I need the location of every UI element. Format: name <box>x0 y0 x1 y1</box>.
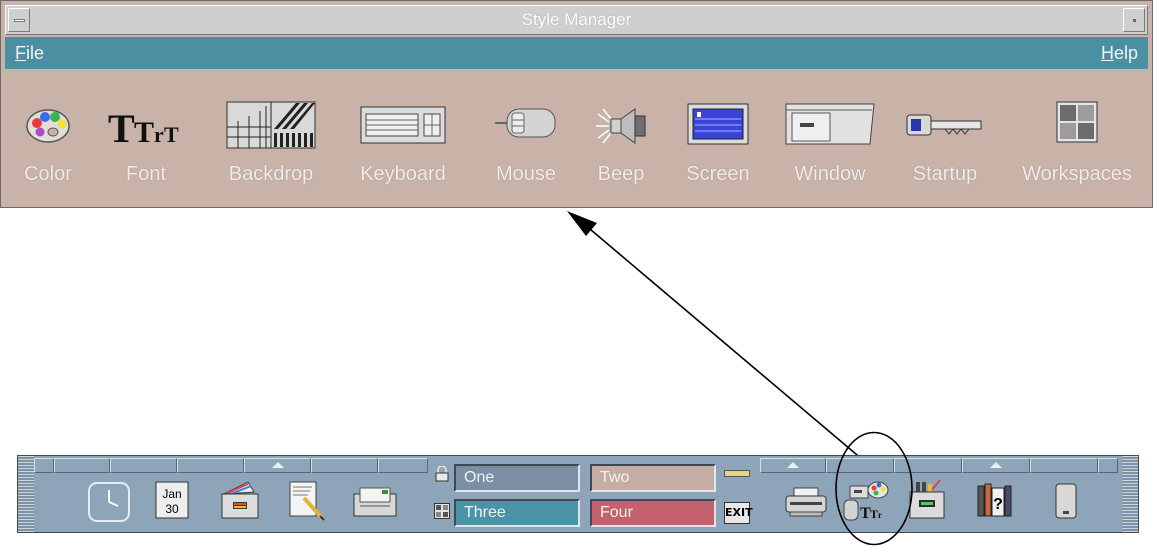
workspace-three-button[interactable]: Three <box>454 499 580 527</box>
startup-label: Startup <box>912 163 978 185</box>
font-label: Font <box>125 163 167 185</box>
workspace-one-button[interactable]: One <box>454 464 580 492</box>
text-editor-button[interactable] <box>284 478 332 524</box>
svg-text:?: ? <box>993 496 1003 513</box>
file-menu[interactable]: File <box>15 37 44 69</box>
screen-label: Screen <box>686 163 750 185</box>
keyboard-button[interactable]: Keyboard <box>341 71 465 201</box>
font-icon: T T r T <box>108 106 179 148</box>
subpanel-tab[interactable] <box>378 458 428 473</box>
front-panel: Jan 30 One Two Three Four EXIT T T r ? <box>17 455 1139 533</box>
svg-text:r: r <box>154 122 164 147</box>
subpanel-arrow[interactable] <box>962 458 1030 473</box>
workspace-two-button[interactable]: Two <box>590 464 716 492</box>
printer-icon <box>785 487 827 517</box>
exit-button[interactable]: EXIT <box>724 502 753 524</box>
subpanel-tab[interactable] <box>1030 458 1098 473</box>
subpanel-tab[interactable] <box>54 458 110 473</box>
mailer-button[interactable] <box>350 478 398 524</box>
screen-icon <box>687 103 749 145</box>
text-editor-icon <box>289 481 325 521</box>
window-button[interactable]: Window <box>775 71 885 201</box>
subpanel-tab[interactable] <box>110 458 177 473</box>
file-manager-icon <box>221 481 259 519</box>
workspaces-button[interactable]: Workspaces <box>1009 71 1145 201</box>
workspace-grid-icon[interactable] <box>434 503 450 519</box>
subpanel-tab[interactable] <box>894 458 962 473</box>
beep-label: Beep <box>597 163 645 185</box>
front-panel-handle-right[interactable] <box>1122 456 1138 532</box>
window-title: Style Manager <box>521 10 632 29</box>
svg-text:T: T <box>134 116 154 148</box>
help-menu[interactable]: Help <box>1101 37 1138 69</box>
subpanel-strip-left <box>34 458 428 473</box>
subpanel-strip-right <box>760 458 1118 473</box>
subpanel-arrow[interactable] <box>244 458 311 473</box>
palette-icon <box>26 109 70 143</box>
menu-bar: File Help <box>5 37 1148 69</box>
title-bar[interactable]: Style Manager <box>5 5 1148 35</box>
workspace-four-button[interactable]: Four <box>590 499 716 527</box>
svg-text:T: T <box>108 106 135 148</box>
clock-icon <box>88 482 130 522</box>
style-manager-button[interactable]: T T r <box>842 478 890 524</box>
style-manager-controls: Color T T r T Font Backdrop Keyboard Mou… <box>5 71 1148 201</box>
calendar-button[interactable]: Jan 30 <box>152 478 200 524</box>
clock-button[interactable] <box>86 478 134 524</box>
help-manager-icon: ? <box>977 483 1012 517</box>
subpanel-tab[interactable] <box>826 458 894 473</box>
workspaces-label: Workspaces <box>1022 163 1132 185</box>
mouse-icon <box>495 108 556 138</box>
svg-text:r: r <box>878 510 882 520</box>
front-panel-menu-button[interactable] <box>34 458 54 473</box>
minimize-panel-button[interactable] <box>1098 458 1118 473</box>
workspaces-icon <box>1056 101 1098 143</box>
keyboard-icon <box>360 106 446 144</box>
calendar-icon: Jan 30 <box>155 481 189 519</box>
busy-light <box>724 470 750 477</box>
application-manager-icon <box>909 479 945 519</box>
window-icon <box>785 103 875 145</box>
minimize-button[interactable] <box>1123 8 1145 32</box>
backdrop-label: Backdrop <box>228 163 314 185</box>
file-manager-button[interactable] <box>218 478 266 524</box>
mouse-button[interactable]: Mouse <box>481 71 571 201</box>
backdrop-button[interactable]: Backdrop <box>211 71 331 201</box>
startup-button[interactable]: Startup <box>895 71 995 201</box>
color-button[interactable]: Color <box>5 71 91 201</box>
keyboard-label: Keyboard <box>360 163 446 185</box>
workspace-switch: One Two Three Four EXIT <box>428 456 758 532</box>
subpanel-tab[interactable] <box>311 458 378 473</box>
front-panel-handle-left[interactable] <box>18 456 34 532</box>
window-label: Window <box>794 163 866 185</box>
trash-button[interactable] <box>1046 478 1094 524</box>
mailer-icon <box>353 487 397 517</box>
window-menu-button[interactable] <box>8 8 30 32</box>
subpanel-tab[interactable] <box>177 458 244 473</box>
trash-icon <box>1055 483 1077 519</box>
font-button[interactable]: T T r T Font <box>91 71 201 201</box>
printer-button[interactable] <box>782 478 830 524</box>
svg-text:T: T <box>164 122 179 147</box>
lock-icon[interactable] <box>434 466 450 482</box>
mouse-label: Mouse <box>495 163 557 185</box>
key-icon <box>906 114 982 136</box>
style-manager-window: Style Manager File Help Color T T r T Fo… <box>0 0 1153 208</box>
screen-button[interactable]: Screen <box>671 71 765 201</box>
speaker-icon <box>596 108 646 144</box>
color-label: Color <box>24 163 72 185</box>
svg-text:T: T <box>870 507 878 521</box>
application-manager-button[interactable] <box>904 478 952 524</box>
calendar-day: 30 <box>165 502 179 516</box>
beep-button[interactable]: Beep <box>581 71 661 201</box>
subpanel-arrow[interactable] <box>760 458 826 473</box>
backdrop-icon <box>226 101 316 149</box>
style-manager-icon: T T r <box>843 481 889 522</box>
calendar-month: Jan <box>162 487 181 501</box>
help-manager-button[interactable]: ? <box>972 478 1020 524</box>
